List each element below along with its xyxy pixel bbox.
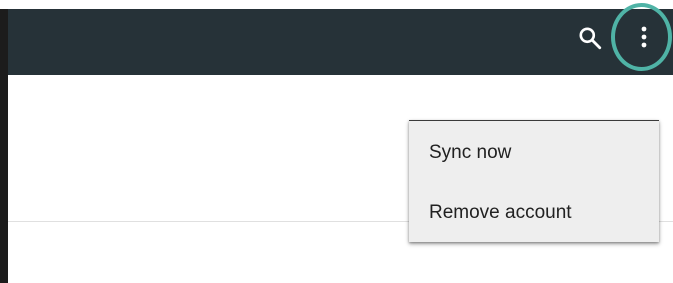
- more-vert-icon: [639, 25, 649, 54]
- overflow-menu: Sync now Remove account: [409, 120, 659, 242]
- menu-item-remove-account[interactable]: Remove account: [409, 183, 659, 243]
- menu-item-sync-now[interactable]: Sync now: [409, 123, 659, 183]
- search-icon: [577, 25, 603, 56]
- left-frame-edge: [0, 9, 8, 283]
- more-options-button[interactable]: [623, 18, 665, 60]
- menu-item-label: Sync now: [429, 142, 512, 163]
- search-button[interactable]: [572, 22, 608, 58]
- top-edge: [0, 0, 673, 9]
- menu-item-label: Remove account: [429, 202, 572, 223]
